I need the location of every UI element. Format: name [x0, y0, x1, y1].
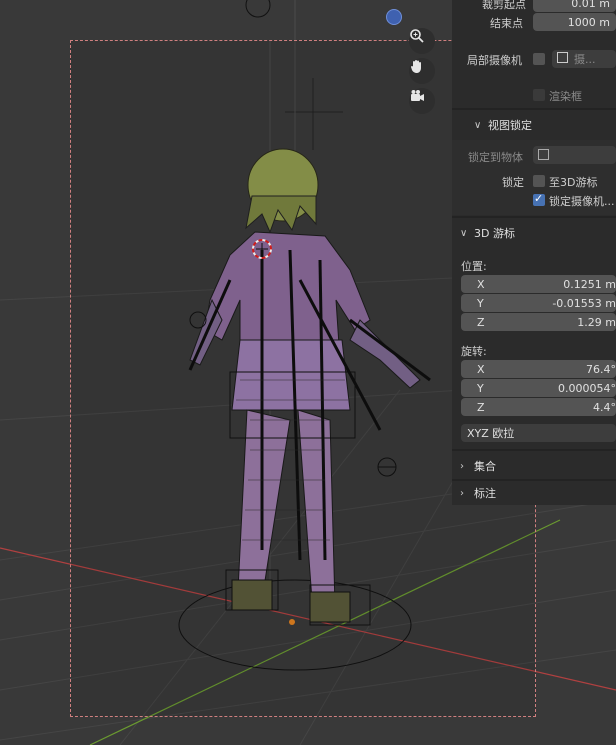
- location-y-field[interactable]: Y -0.01553 m: [461, 294, 616, 312]
- location-z-value: 1.29 m: [577, 315, 616, 329]
- chevron-down-icon: ∨: [474, 119, 482, 131]
- clip-end-label: 结束点: [490, 17, 523, 30]
- location-x-value: 0.1251 m: [563, 277, 616, 291]
- lock-to-object-label: 锁定到物体: [468, 151, 523, 164]
- location-z-field[interactable]: Z 1.29 m: [461, 313, 616, 331]
- chevron-down-icon: ∨: [460, 227, 468, 239]
- chevron-right-icon: ›: [460, 460, 464, 472]
- lock-camera-checkbox[interactable]: [533, 192, 545, 206]
- sidebar-panel: 裁剪起点 0.01 m 结束点 1000 m 局部摄像机 摄... 渲染框 ∨ …: [452, 0, 616, 505]
- local-camera-value: 摄...: [574, 53, 596, 66]
- chevron-right-icon: ›: [460, 487, 464, 499]
- rotation-label: 旋转:: [461, 345, 487, 358]
- pan-hand-icon[interactable]: [409, 58, 435, 84]
- clip-start-field[interactable]: 0.01 m: [533, 0, 616, 12]
- lock-to-object-field[interactable]: [533, 146, 616, 164]
- camera-view-icon[interactable]: [409, 88, 435, 114]
- location-y-value: -0.01553 m: [552, 296, 616, 310]
- object-icon: [538, 149, 549, 160]
- collections-title: 集合: [474, 460, 496, 473]
- clip-end-field[interactable]: 1000 m: [533, 13, 616, 31]
- view-lock-header[interactable]: ∨ 视图锁定: [452, 113, 616, 137]
- render-border-checkbox[interactable]: [533, 89, 545, 101]
- 3d-cursor-title: 3D 游标: [474, 227, 515, 240]
- lock-label: 锁定: [502, 176, 524, 189]
- view-lock-title: 视图锁定: [488, 119, 532, 132]
- rotation-mode-value: XYZ 欧拉: [467, 427, 515, 440]
- axis-label-z: Z: [477, 315, 485, 329]
- lock-to-cursor-checkbox[interactable]: [533, 175, 545, 187]
- rotation-x-field[interactable]: X 76.4°: [461, 360, 616, 378]
- location-x-field[interactable]: X 0.1251 m: [461, 275, 616, 293]
- rotation-z-field[interactable]: Z 4.4°: [461, 398, 616, 416]
- rotation-y-value: 0.000054°: [558, 381, 616, 395]
- collections-header[interactable]: › 集合: [452, 454, 616, 478]
- lock-camera-label: 锁定摄像机...: [549, 195, 615, 208]
- render-border-label: 渲染框: [549, 90, 582, 103]
- rotation-y-field[interactable]: Y 0.000054°: [461, 379, 616, 397]
- axis-label-y: Y: [477, 381, 484, 395]
- annotations-header[interactable]: › 标注: [452, 481, 616, 505]
- axis-label-x: X: [477, 277, 485, 291]
- rotation-mode-dropdown[interactable]: XYZ 欧拉: [461, 424, 616, 442]
- rotation-x-value: 76.4°: [586, 362, 616, 376]
- local-camera-checkbox[interactable]: [533, 53, 545, 65]
- axis-label-y: Y: [477, 296, 484, 310]
- axis-gizmo-z[interactable]: [386, 9, 402, 25]
- zoom-icon[interactable]: [409, 28, 435, 54]
- axis-label-z: Z: [477, 400, 485, 414]
- annotations-title: 标注: [474, 487, 496, 500]
- lock-to-cursor-label: 至3D游标: [549, 176, 598, 189]
- local-camera-label: 局部摄像机: [467, 54, 522, 67]
- location-label: 位置:: [461, 260, 487, 273]
- local-camera-field[interactable]: 摄...: [552, 50, 616, 68]
- rotation-z-value: 4.4°: [593, 400, 616, 414]
- camera-object-icon: [557, 52, 568, 63]
- clip-start-label: 裁剪起点: [482, 0, 526, 11]
- axis-label-x: X: [477, 362, 485, 376]
- 3d-cursor-header[interactable]: ∨ 3D 游标: [452, 221, 616, 245]
